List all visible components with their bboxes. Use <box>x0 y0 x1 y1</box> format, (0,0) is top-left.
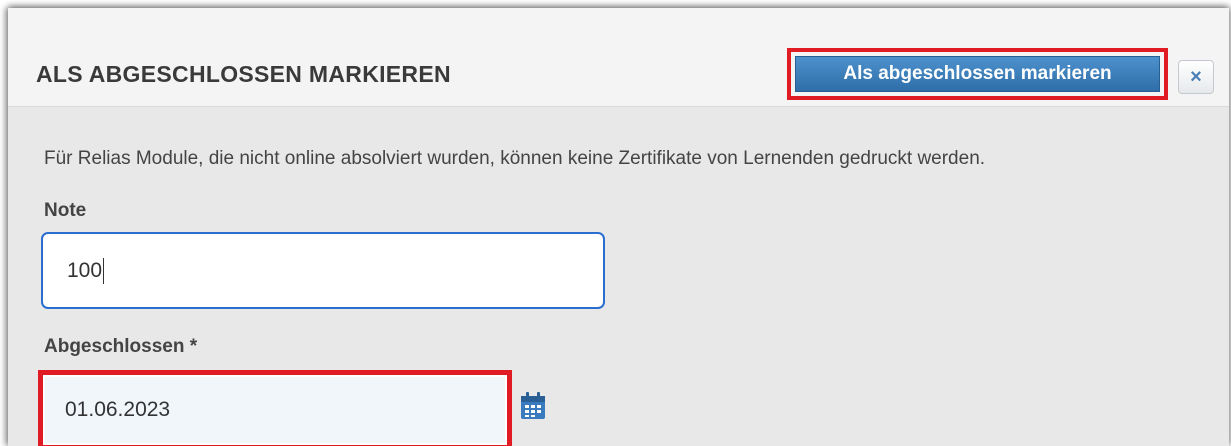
close-button[interactable]: × <box>1178 60 1214 94</box>
calendar-icon[interactable] <box>520 392 546 420</box>
completed-date-value: 01.06.2023 <box>65 398 171 421</box>
dialog-header: ALS ABGESCHLOSSEN MARKIEREN Als abgeschl… <box>8 8 1229 107</box>
completed-label: Abgeschlossen * <box>44 336 198 357</box>
text-caret <box>103 257 105 284</box>
highlight-frame-button: Als abgeschlossen markieren <box>787 48 1168 100</box>
mark-complete-dialog: ALS ABGESCHLOSSEN MARKIEREN Als abgeschl… <box>8 8 1229 446</box>
grade-value: 100 <box>67 258 103 282</box>
info-text: Für Relias Module, die nicht online abso… <box>44 148 986 169</box>
close-icon: × <box>1190 65 1202 88</box>
grade-input[interactable]: 100 <box>41 232 605 309</box>
completed-date-input[interactable]: 01.06.2023 <box>45 377 505 443</box>
grade-label: Note <box>44 200 87 221</box>
dialog-title: ALS ABGESCHLOSSEN MARKIEREN <box>36 61 451 87</box>
mark-complete-button[interactable]: Als abgeschlossen markieren <box>795 56 1160 92</box>
highlight-frame-date: 01.06.2023 <box>38 370 512 446</box>
